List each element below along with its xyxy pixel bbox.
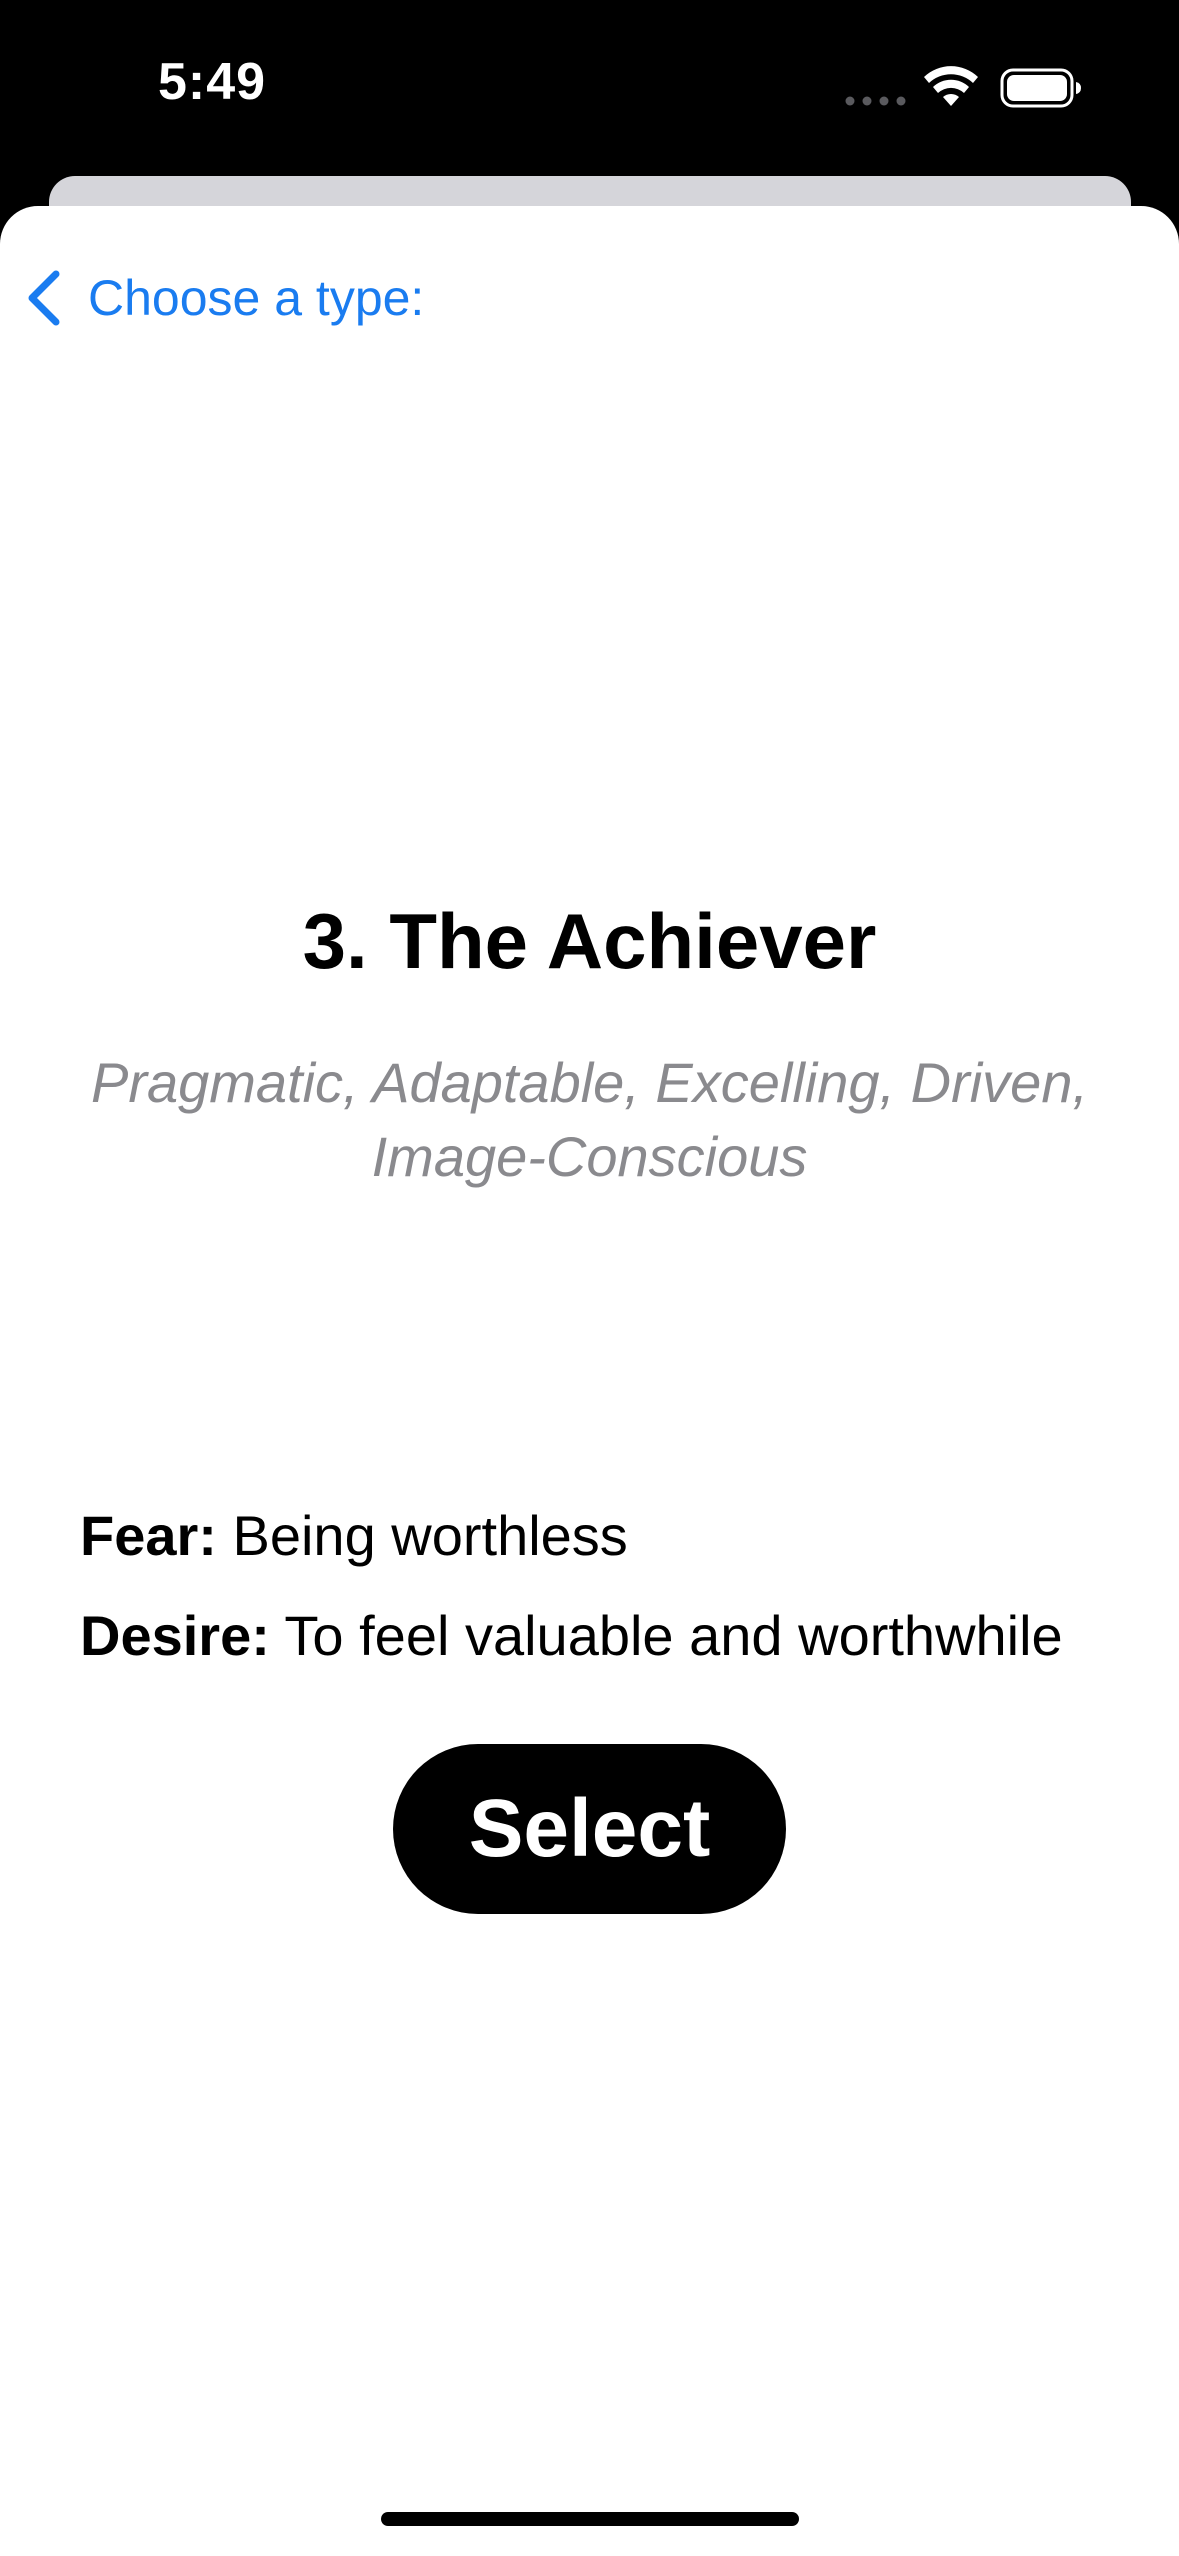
signal-dots-icon [845, 96, 906, 106]
desire-value: To feel valuable and worthwhile [269, 1604, 1063, 1667]
type-details: Fear: Being worthless Desire: To feel va… [80, 1486, 1140, 1686]
back-button[interactable]: Choose a type: [22, 258, 424, 338]
desire-label: Desire: [80, 1604, 270, 1667]
back-button-label: Choose a type: [88, 270, 425, 326]
status-time: 5:49 [158, 53, 267, 111]
fear-row: Fear: Being worthless [80, 1486, 1140, 1586]
home-indicator [381, 2512, 799, 2526]
screen: 5:49 Choose a type: 3. The Achiever Prag… [0, 0, 1179, 2556]
type-title: 3. The Achiever [302, 897, 877, 985]
battery-icon [1000, 68, 1081, 108]
select-button[interactable]: Select [393, 1744, 786, 1914]
fear-label: Fear: [80, 1504, 217, 1567]
status-bar: 5:49 [0, 0, 1179, 170]
wifi-icon [924, 66, 978, 106]
type-traits: Pragmatic, Adaptable, Excelling, Driven,… [40, 1046, 1139, 1194]
type-detail-sheet: Choose a type: 3. The Achiever Pragmatic… [0, 206, 1179, 2556]
fear-value: Being worthless [216, 1504, 628, 1567]
chevron-left-icon [28, 270, 60, 326]
traits-line-2: Image-Conscious [371, 1125, 808, 1188]
desire-row: Desire: To feel valuable and worthwhile [80, 1586, 1140, 1686]
traits-line-1: Pragmatic, Adaptable, Excelling, Driven, [90, 1051, 1089, 1114]
